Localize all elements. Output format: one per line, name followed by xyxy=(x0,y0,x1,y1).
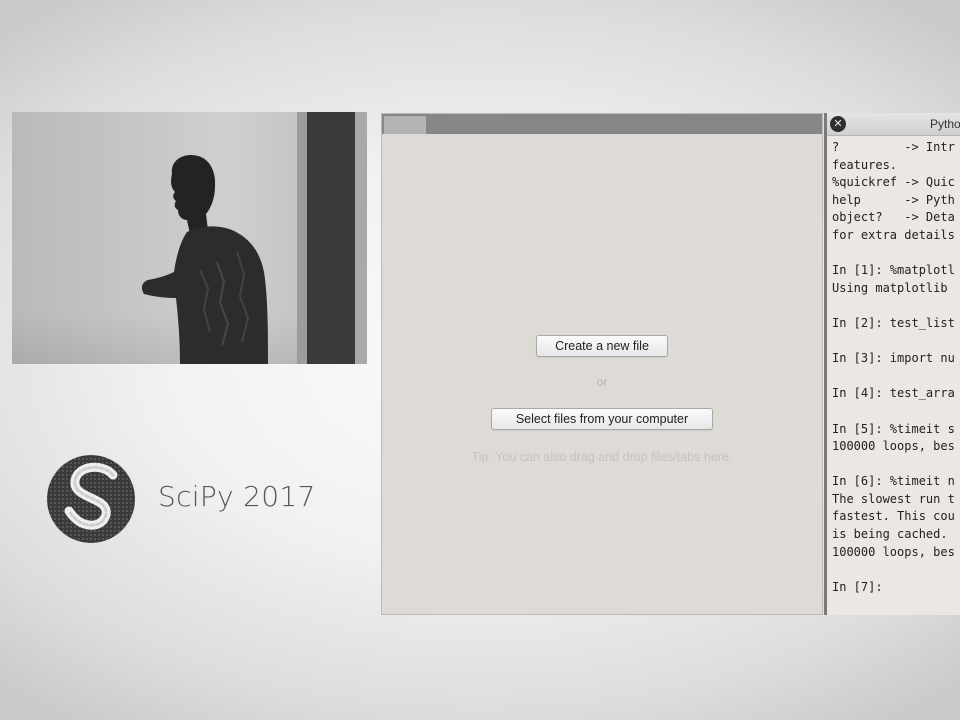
console-titlebar: ✕ Pytho xyxy=(827,113,960,136)
select-files-button[interactable]: Select files from your computer xyxy=(491,408,713,430)
console-line: Using matplotlib xyxy=(832,280,955,295)
console-line: In [6]: %timeit n xyxy=(832,474,955,489)
create-new-file-button[interactable]: Create a new file xyxy=(536,335,668,357)
console-line: object? -> Deta xyxy=(832,210,955,225)
speaker-silhouette xyxy=(141,154,268,364)
console-line: In [1]: %matplotl xyxy=(832,263,955,278)
console-line: %quickref -> Quic xyxy=(832,175,955,190)
or-label: or xyxy=(596,375,608,389)
console-title: Pytho xyxy=(930,117,960,131)
file-manager-panel: Create a new file or Select files from y… xyxy=(381,113,823,615)
tab-bar xyxy=(382,114,822,134)
console-line: fastest. This cou xyxy=(832,509,955,524)
console-line: features. xyxy=(832,157,898,172)
tab[interactable] xyxy=(384,116,426,134)
console-line: for extra details xyxy=(832,227,955,242)
console-line: In [4]: test_arra xyxy=(832,386,955,401)
scipy-logo xyxy=(47,455,135,543)
console-line: In [3]: import nu xyxy=(832,351,955,366)
console-line: 100000 loops, bes xyxy=(832,544,955,559)
console-line: is being cached. xyxy=(832,527,955,542)
speaker-video xyxy=(12,112,367,364)
console-line: In [5]: %timeit s xyxy=(832,421,955,436)
console-line: In [7]: xyxy=(832,579,883,594)
close-icon[interactable]: ✕ xyxy=(830,116,846,132)
python-console[interactable]: ✕ Pytho ? -> Intr features. %quickref -> Q… xyxy=(824,113,960,615)
event-title: SciPy 2017 xyxy=(158,480,316,513)
console-line: The slowest run t xyxy=(832,491,955,506)
drag-drop-tip: Tip: You can also drag and drop files/ta… xyxy=(471,450,733,464)
console-line: 100000 loops, bes xyxy=(832,439,955,454)
console-line: ? -> Intr xyxy=(832,140,955,154)
console-output: ? -> Intr features. %quickref -> Quic help … xyxy=(832,139,960,596)
console-line: help -> Pyth xyxy=(832,192,955,207)
console-line: In [2]: test_list xyxy=(832,315,955,330)
